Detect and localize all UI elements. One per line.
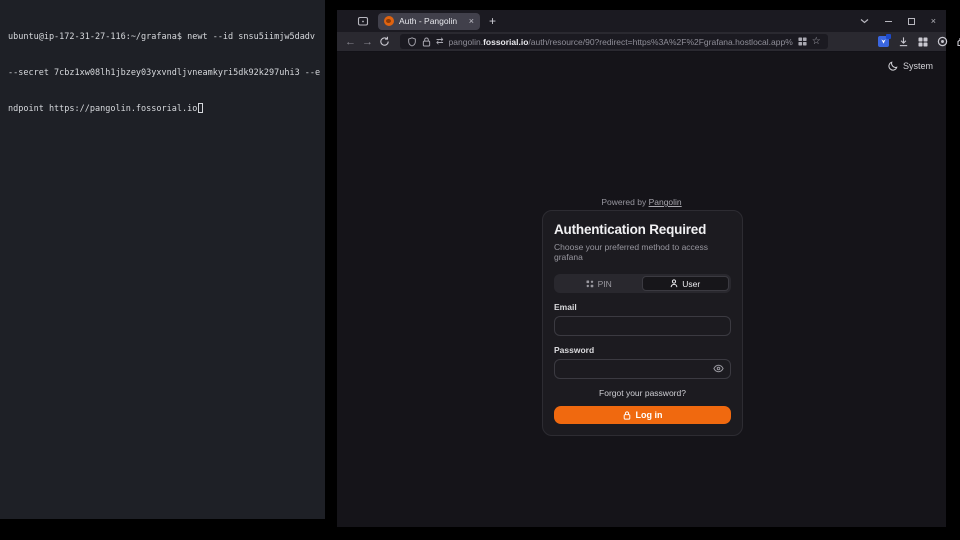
forward-icon[interactable]: → — [362, 36, 373, 48]
browser-toolbar: ← → ⇄ pangolin.fossorial.io/auth/resourc… — [337, 32, 946, 52]
tab-user-label: User — [682, 279, 700, 289]
window-controls: × — [860, 16, 940, 26]
new-tab-button[interactable]: + — [489, 14, 496, 28]
keypad-icon — [586, 280, 594, 288]
tab-bar: Auth - Pangolin × + × — [337, 10, 946, 32]
login-button-label: Log in — [636, 410, 663, 420]
tab-user[interactable]: User — [642, 276, 730, 291]
moon-icon — [888, 61, 898, 71]
forgot-password-link[interactable]: Forgot your password? — [554, 388, 731, 398]
url-text: pangolin.fossorial.io/auth/resource/90?r… — [449, 37, 793, 47]
extension-badge — [886, 34, 891, 39]
back-icon[interactable]: ← — [345, 36, 356, 48]
auth-method-tabs: PIN User — [554, 274, 731, 293]
pangolin-link[interactable]: Pangolin — [649, 197, 682, 207]
password-input[interactable] — [554, 359, 731, 379]
terminal-window[interactable]: ubuntu@ip-172-31-27-116:~/grafana$ newt … — [0, 0, 325, 519]
tab-pin[interactable]: PIN — [556, 276, 642, 291]
show-password-eye-icon[interactable] — [713, 364, 724, 373]
card-subtitle: Choose your preferred method to access g… — [554, 242, 731, 262]
reload-icon[interactable] — [379, 36, 390, 47]
terminal-cursor — [198, 103, 203, 113]
card-title: Authentication Required — [554, 222, 731, 237]
containers-grid-icon[interactable] — [798, 37, 807, 46]
tab-list-chevron-icon[interactable] — [860, 18, 869, 24]
user-icon — [670, 279, 678, 288]
password-label: Password — [554, 345, 731, 355]
close-window-button[interactable]: × — [931, 16, 936, 26]
downloads-icon[interactable] — [898, 36, 909, 47]
auth-page: System Powered by Pangolin Authenticatio… — [337, 52, 946, 527]
tab-title: Auth - Pangolin — [399, 16, 464, 26]
tracking-shield-icon[interactable] — [407, 37, 417, 47]
auth-card: Authentication Required Choose your pref… — [542, 210, 743, 436]
tab-close-icon[interactable]: × — [469, 17, 474, 26]
browser-window: Auth - Pangolin × + × ← → — [337, 10, 946, 527]
login-lock-icon — [623, 411, 631, 420]
terminal-line-text: ndpoint https://pangolin.fossorial.io — [8, 104, 197, 114]
browser-tab[interactable]: Auth - Pangolin × — [378, 13, 480, 30]
pangolin-favicon-icon — [384, 16, 394, 26]
tab-pin-label: PIN — [598, 279, 612, 289]
email-input[interactable] — [554, 316, 731, 336]
bookmark-star-icon[interactable]: ☆ — [812, 36, 821, 47]
extension-circle-icon[interactable] — [937, 36, 948, 47]
container-switch-icon[interactable]: ⇄ — [436, 36, 444, 47]
theme-label: System — [903, 61, 933, 71]
terminal-line: ndpoint https://pangolin.fossorial.io — [8, 103, 321, 115]
minimize-button[interactable] — [885, 21, 892, 22]
terminal-line: --secret 7cbz1xw08lh1jbzey03yxvndljvneam… — [8, 67, 321, 79]
password-field — [554, 359, 731, 379]
powered-by: Powered by Pangolin — [337, 197, 946, 207]
login-button[interactable]: Log in — [554, 406, 731, 424]
lock-icon[interactable] — [422, 37, 431, 47]
firefox-view-icon[interactable] — [357, 15, 369, 27]
url-bar[interactable]: ⇄ pangolin.fossorial.io/auth/resource/90… — [400, 34, 828, 49]
extension-icon-blue[interactable] — [878, 36, 889, 47]
maximize-button[interactable] — [908, 18, 915, 25]
extension-icons: ≡ — [878, 36, 960, 48]
extensions-grid-icon[interactable] — [918, 37, 928, 47]
terminal-line: ubuntu@ip-172-31-27-116:~/grafana$ newt … — [8, 31, 321, 43]
email-label: Email — [554, 302, 731, 312]
theme-toggle[interactable]: System — [888, 61, 933, 71]
